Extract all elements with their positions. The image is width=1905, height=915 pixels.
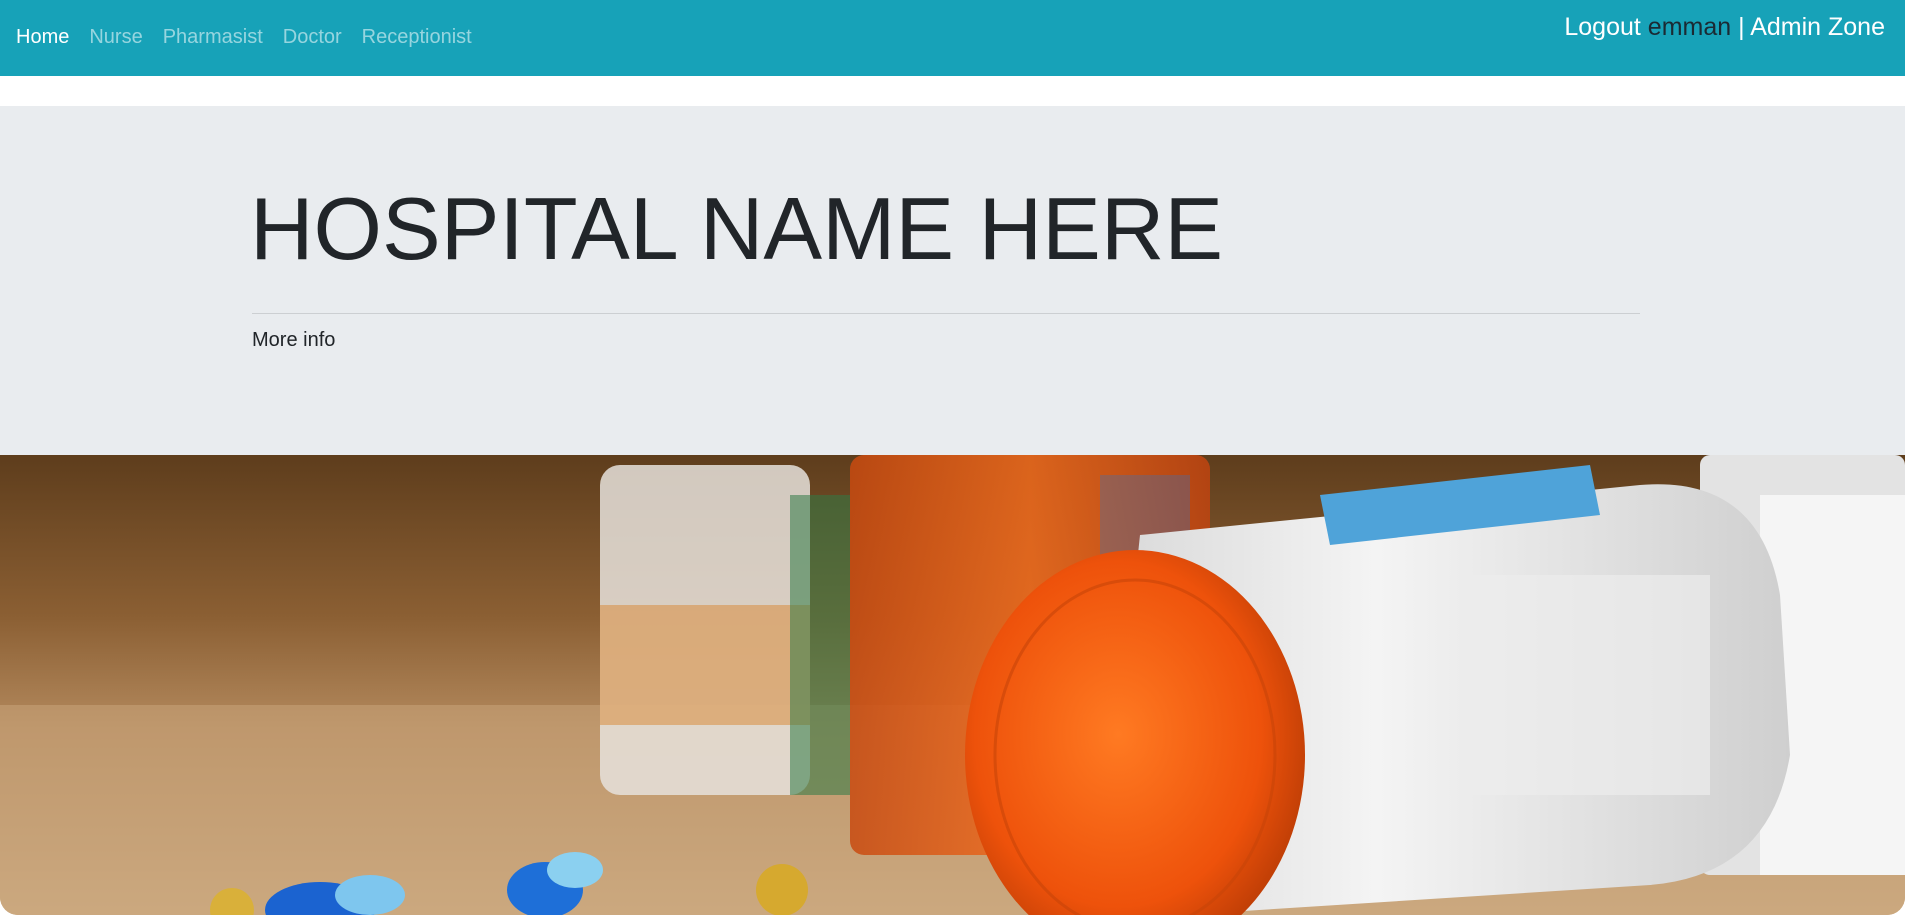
more-info-text: More info — [252, 329, 336, 351]
jumbotron — [0, 106, 1905, 455]
nav-link-home[interactable]: Home — [16, 26, 69, 49]
nav-link-doctor[interactable]: Doctor — [283, 26, 342, 49]
nav-link-pharmasist[interactable]: Pharmasist — [163, 26, 263, 49]
top-navbar: Home Nurse Pharmasist Doctor Receptionis… — [0, 0, 1905, 76]
nav-link-nurse[interactable]: Nurse — [89, 26, 142, 49]
username: emman — [1647, 13, 1732, 41]
nav-user-area: Logout emman | Admin Zone — [1564, 13, 1885, 42]
nav-links: Home Nurse Pharmasist Doctor Receptionis… — [16, 26, 472, 49]
logout-link[interactable]: Logout — [1564, 13, 1640, 41]
medicine-bottles-illustration — [0, 455, 1905, 915]
hero-photo — [0, 455, 1905, 915]
page-title: HOSPITAL NAME HERE — [250, 179, 1224, 278]
nav-link-receptionist[interactable]: Receptionist — [362, 26, 472, 49]
divider — [252, 313, 1640, 314]
nav-separator: | — [1738, 13, 1745, 41]
admin-zone-link[interactable]: Admin Zone — [1750, 13, 1885, 41]
